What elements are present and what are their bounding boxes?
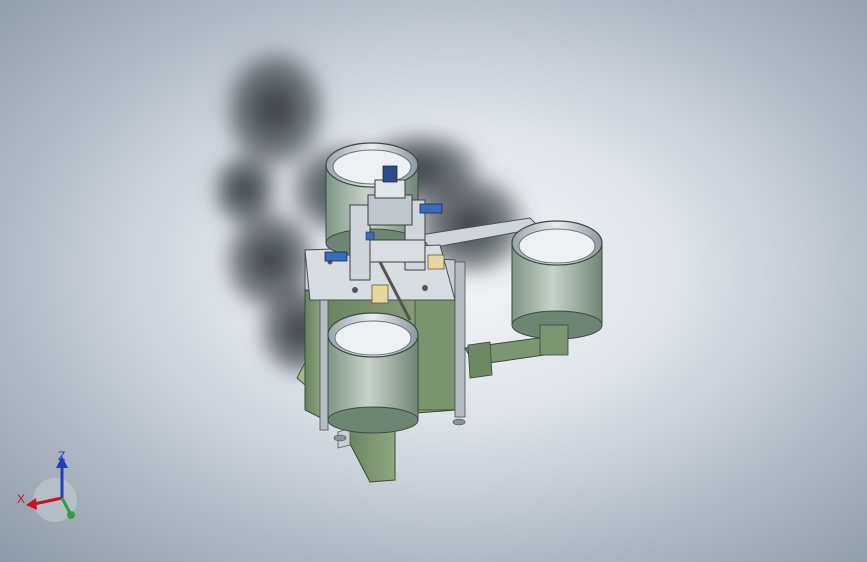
orientation-triad[interactable]: Z X — [17, 449, 77, 522]
x-axis-label: X — [17, 492, 25, 506]
z-axis-label: Z — [58, 449, 65, 463]
feeder-bowl-front — [327, 312, 419, 434]
3d-model-viewport[interactable]: Z X — [0, 0, 867, 562]
model-canvas[interactable]: Z X — [0, 0, 867, 562]
x-axis-arrow-icon — [26, 498, 37, 510]
feeder-bowl-right — [511, 220, 603, 356]
y-axis-tip-icon — [67, 511, 75, 519]
